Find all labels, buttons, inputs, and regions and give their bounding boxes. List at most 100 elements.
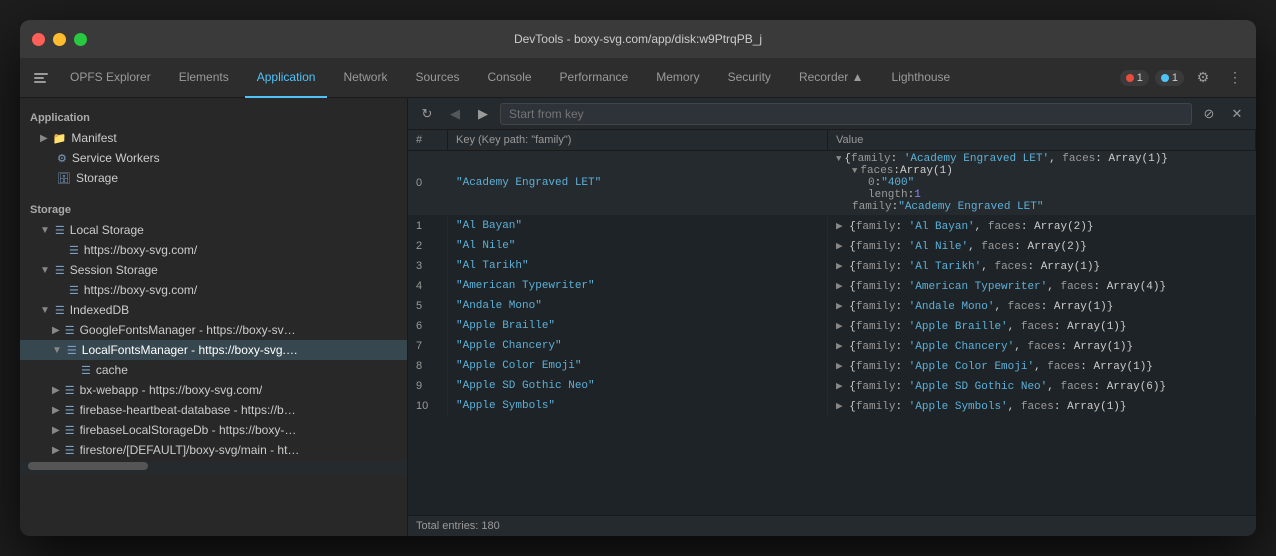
sidebar-scrollbar[interactable] bbox=[20, 462, 407, 474]
cell-num: 1 bbox=[408, 216, 448, 235]
expand-line-4: family: "Academy Engraved LET" bbox=[836, 201, 1168, 213]
panel-toolbar: ↻ ◀ ▶ ⊘ ✕ bbox=[408, 98, 1256, 130]
table-row[interactable]: 7 "Apple Chancery" ▶ {family: 'Apple Cha… bbox=[408, 336, 1256, 356]
maximize-button[interactable] bbox=[74, 33, 87, 46]
traffic-lights bbox=[32, 33, 87, 46]
cell-num: 9 bbox=[408, 376, 448, 395]
data-table: # Key (Key path: "family") Value 0 "Acad… bbox=[408, 130, 1256, 515]
tab-elements[interactable]: Elements bbox=[167, 58, 241, 98]
sidebar-item-bx-webapp[interactable]: ▶ ☰ bx-webapp - https://boxy-svg.com/ bbox=[20, 380, 407, 400]
local-storage-icon: ☰ bbox=[55, 224, 65, 237]
sidebar-item-session-storage[interactable]: ▼ ☰ Session Storage bbox=[20, 260, 407, 280]
cell-num: 4 bbox=[408, 276, 448, 295]
refresh-button[interactable]: ↻ bbox=[416, 103, 438, 125]
prev-button[interactable]: ◀ bbox=[444, 103, 466, 125]
val-text: {family: 'Academy Engraved LET', faces: … bbox=[844, 153, 1168, 165]
sidebar-item-indexeddb[interactable]: ▼ ☰ IndexedDB bbox=[20, 300, 407, 320]
table-row[interactable]: 0 "Academy Engraved LET" ▼ {family: 'Aca… bbox=[408, 151, 1256, 216]
caret-down-icon: ▼ bbox=[836, 154, 841, 164]
close-button[interactable] bbox=[32, 33, 45, 46]
close-button[interactable]: ✕ bbox=[1226, 103, 1248, 125]
val-1: 1 bbox=[914, 189, 921, 201]
sidebar-item-service-workers[interactable]: ⚙ Service Workers bbox=[20, 148, 407, 168]
tab-application[interactable]: Application bbox=[245, 58, 328, 98]
sidebar-item-label: https://boxy-svg.com/ bbox=[84, 283, 197, 297]
sidebar-item-label: Service Workers bbox=[72, 151, 160, 165]
message-badge[interactable]: 1 bbox=[1155, 70, 1184, 86]
next-button[interactable]: ▶ bbox=[472, 103, 494, 125]
more-icon[interactable]: ⋮ bbox=[1222, 65, 1248, 91]
cell-value: ▶ {family: 'Al Tarikh', faces: Array(1)} bbox=[828, 256, 1256, 275]
table-row[interactable]: 1 "Al Bayan" ▶ {family: 'Al Bayan', face… bbox=[408, 216, 1256, 236]
sidebar-item-google-fonts[interactable]: ▶ ☰ GoogleFontsManager - https://boxy-sv… bbox=[20, 320, 407, 340]
sidebar-item-storage[interactable]: 🗄 Storage bbox=[20, 168, 407, 188]
tab-opfs-explorer[interactable]: OPFS Explorer bbox=[58, 58, 163, 98]
cell-value: ▶ {family: 'Apple Symbols', faces: Array… bbox=[828, 396, 1256, 415]
cell-key: "Al Nile" bbox=[448, 236, 828, 255]
sidebar-item-label: firebaseLocalStorageDb - https://boxy-sv… bbox=[80, 423, 300, 437]
google-fonts-icon: ☰ bbox=[65, 324, 75, 337]
cell-num: 10 bbox=[408, 396, 448, 415]
table-row[interactable]: 2 "Al Nile" ▶ {family: 'Al Nile', faces:… bbox=[408, 236, 1256, 256]
devtools-icon[interactable] bbox=[28, 65, 54, 91]
table-row[interactable]: 4 "American Typewriter" ▶ {family: 'Amer… bbox=[408, 276, 1256, 296]
sidebar-item-firestore[interactable]: ▶ ☰ firestore/[DEFAULT]/boxy-svg/main - … bbox=[20, 440, 407, 460]
sidebar-item-local-storage[interactable]: ▼ ☰ Local Storage bbox=[20, 220, 407, 240]
indexeddb-caret-down: ▼ bbox=[40, 305, 50, 316]
table-row[interactable]: 10 "Apple Symbols" ▶ {family: 'Apple Sym… bbox=[408, 396, 1256, 416]
colon: : bbox=[893, 165, 900, 177]
sidebar-item-manifest[interactable]: ▶ 📁 Manifest bbox=[20, 128, 407, 148]
caret-down-icon: ▼ bbox=[852, 166, 857, 176]
sidebar-item-local-storage-url[interactable]: ☰ https://boxy-svg.com/ bbox=[20, 240, 407, 260]
table-row[interactable]: 5 "Andale Mono" ▶ {family: 'Andale Mono'… bbox=[408, 296, 1256, 316]
tab-recorder[interactable]: Recorder ▲ bbox=[787, 58, 876, 98]
cell-key: "Al Bayan" bbox=[448, 216, 828, 235]
total-entries: Total entries: 180 bbox=[416, 520, 500, 532]
cell-value: ▶ {family: 'Andale Mono', faces: Array(1… bbox=[828, 296, 1256, 315]
tab-performance[interactable]: Performance bbox=[548, 58, 641, 98]
key-value: "Academy Engraved LET" bbox=[456, 177, 601, 189]
table-row[interactable]: 6 "Apple Braille" ▶ {family: 'Apple Brai… bbox=[408, 316, 1256, 336]
table-row[interactable]: 8 "Apple Color Emoji" ▶ {family: 'Apple … bbox=[408, 356, 1256, 376]
minimize-button[interactable] bbox=[53, 33, 66, 46]
sidebar-item-session-storage-url[interactable]: ☰ https://boxy-svg.com/ bbox=[20, 280, 407, 300]
sidebar-item-label: IndexedDB bbox=[70, 303, 129, 317]
clear-button[interactable]: ⊘ bbox=[1198, 103, 1220, 125]
cell-value: ▶ {family: 'Apple Chancery', faces: Arra… bbox=[828, 336, 1256, 355]
cell-key: "Al Tarikh" bbox=[448, 256, 828, 275]
sidebar-item-label: Local Storage bbox=[70, 223, 144, 237]
prop-family: family bbox=[852, 201, 892, 213]
sidebar-item-cache[interactable]: ☰ cache bbox=[20, 360, 407, 380]
tab-memory[interactable]: Memory bbox=[644, 58, 711, 98]
search-input[interactable] bbox=[500, 103, 1192, 125]
toolbar-right: 1 1 ⚙ ⋮ bbox=[1120, 65, 1248, 91]
table-row[interactable]: 3 "Al Tarikh" ▶ {family: 'Al Tarikh', fa… bbox=[408, 256, 1256, 276]
local-storage-url-icon: ☰ bbox=[69, 244, 79, 257]
error-dot bbox=[1126, 74, 1134, 82]
table-row[interactable]: 9 "Apple SD Gothic Neo" ▶ {family: 'Appl… bbox=[408, 376, 1256, 396]
session-storage-caret-down: ▼ bbox=[40, 265, 50, 276]
col-num: # bbox=[408, 130, 448, 150]
error-badge[interactable]: 1 bbox=[1120, 70, 1149, 86]
tab-sources[interactable]: Sources bbox=[403, 58, 471, 98]
message-dot bbox=[1161, 74, 1169, 82]
tab-console[interactable]: Console bbox=[476, 58, 544, 98]
prop-length: length bbox=[868, 189, 908, 201]
sidebar-item-label: https://boxy-svg.com/ bbox=[84, 243, 197, 257]
tab-lighthouse[interactable]: Lighthouse bbox=[880, 58, 963, 98]
error-count: 1 bbox=[1137, 72, 1143, 84]
expand-line-3: length: 1 bbox=[836, 189, 1168, 201]
val-family: "Academy Engraved LET" bbox=[898, 201, 1043, 213]
sidebar-scrollbar-thumb[interactable] bbox=[28, 462, 148, 470]
tab-network[interactable]: Network bbox=[331, 58, 399, 98]
sidebar-section-storage: Storage bbox=[20, 198, 407, 220]
tab-security[interactable]: Security bbox=[716, 58, 783, 98]
sidebar-item-local-fonts[interactable]: ▼ ☰ LocalFontsManager - https://boxy-svg… bbox=[20, 340, 407, 360]
col-value: Value bbox=[828, 130, 1256, 150]
cache-icon: ☰ bbox=[81, 364, 91, 377]
sidebar-item-firebase-local-storage[interactable]: ▶ ☰ firebaseLocalStorageDb - https://box… bbox=[20, 420, 407, 440]
session-storage-url-icon: ☰ bbox=[69, 284, 79, 297]
status-bar: Total entries: 180 bbox=[408, 515, 1256, 536]
settings-icon[interactable]: ⚙ bbox=[1190, 65, 1216, 91]
sidebar-item-firebase-heartbeat[interactable]: ▶ ☰ firebase-heartbeat-database - https:… bbox=[20, 400, 407, 420]
